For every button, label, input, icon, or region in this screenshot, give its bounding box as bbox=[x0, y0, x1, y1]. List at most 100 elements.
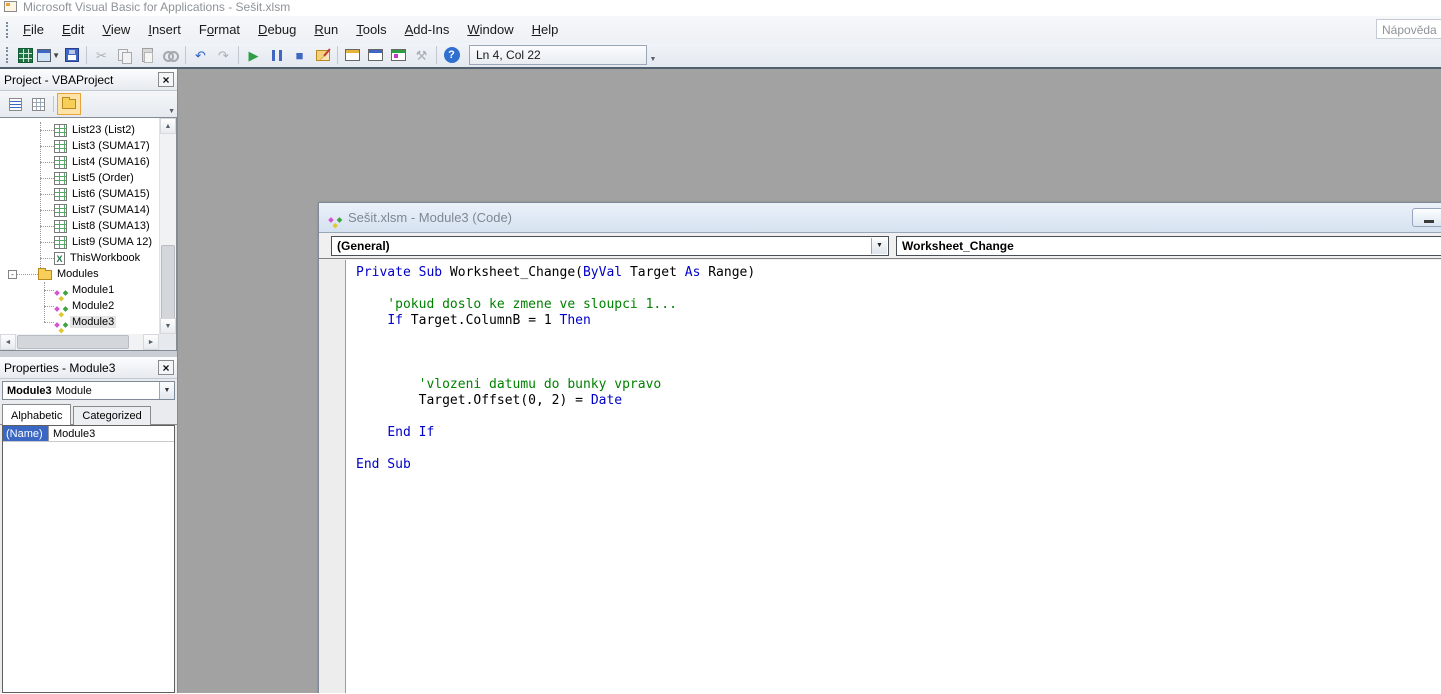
tree-item-modules[interactable]: -Modules bbox=[0, 266, 176, 282]
procedure-combo-value: Worksheet_Change bbox=[902, 239, 1014, 253]
toolbox-icon[interactable]: ⚒ bbox=[410, 44, 433, 66]
tree-item-list5-order-[interactable]: List5 (Order) bbox=[0, 170, 176, 186]
tree-item-list7-suma14-[interactable]: List7 (SUMA14) bbox=[0, 202, 176, 218]
menu-add-ins[interactable]: Add-Ins bbox=[396, 18, 459, 41]
scrollbar-corner bbox=[159, 334, 176, 350]
properties-object-combo[interactable]: Module3 Module ▼ bbox=[2, 381, 175, 400]
code-line bbox=[356, 441, 1441, 457]
menu-insert[interactable]: Insert bbox=[139, 18, 190, 41]
save-icon[interactable] bbox=[60, 44, 83, 66]
tree-item-list8-suma13-[interactable]: List8 (SUMA13) bbox=[0, 218, 176, 234]
code-line: Private Sub Worksheet_Change(ByVal Targe… bbox=[356, 265, 1441, 281]
toggle-folders-button[interactable] bbox=[57, 93, 81, 115]
property-value[interactable]: Module3 bbox=[49, 426, 174, 441]
help-search-box[interactable]: Nápověda bbox=[1376, 19, 1441, 39]
menu-window[interactable]: Window bbox=[458, 18, 522, 41]
tree-item-module2[interactable]: Module2 bbox=[0, 298, 176, 314]
minimize-button[interactable] bbox=[1412, 208, 1441, 227]
menu-run[interactable]: Run bbox=[305, 18, 347, 41]
properties-panel-title: Properties - Module3 bbox=[4, 361, 158, 375]
scroll-left-icon[interactable]: ◄ bbox=[0, 334, 16, 350]
tree-item-module1[interactable]: Module1 bbox=[0, 282, 176, 298]
scroll-down-icon[interactable]: ▼ bbox=[160, 318, 176, 334]
toolbar-overflow-icon[interactable]: ▼ bbox=[647, 45, 659, 65]
menu-edit[interactable]: Edit bbox=[53, 18, 93, 41]
tree-item-label: Module1 bbox=[70, 284, 116, 296]
undo-icon[interactable]: ↶ bbox=[189, 44, 212, 66]
tree-item-list23-list2-[interactable]: List23 (List2) bbox=[0, 122, 176, 138]
tree-item-list6-suma15-[interactable]: List6 (SUMA15) bbox=[0, 186, 176, 202]
toolbar-separator bbox=[436, 46, 437, 64]
menu-tools[interactable]: Tools bbox=[347, 18, 395, 41]
menu-file[interactable]: File bbox=[14, 18, 53, 41]
reset-icon[interactable]: ■ bbox=[288, 44, 311, 66]
tree-item-list4-suma16-[interactable]: List4 (SUMA16) bbox=[0, 154, 176, 170]
redo-icon[interactable]: ↷ bbox=[212, 44, 235, 66]
menu-help[interactable]: Help bbox=[523, 18, 568, 41]
copy-icon[interactable] bbox=[113, 44, 136, 66]
tree-horizontal-scrollbar[interactable]: ◄ ► bbox=[0, 334, 176, 350]
object-browser-icon[interactable] bbox=[387, 44, 410, 66]
view-object-button[interactable] bbox=[27, 94, 49, 115]
scrollbar-thumb[interactable] bbox=[17, 335, 129, 349]
code-line: 'vlozeni datumu do bunky vpravo bbox=[356, 377, 1441, 393]
module-icon bbox=[328, 211, 341, 224]
code-line: If Target.ColumnB = 1 Then bbox=[356, 313, 1441, 329]
find-icon[interactable] bbox=[159, 44, 182, 66]
toolbar-separator bbox=[185, 46, 186, 64]
toolbar-separator bbox=[238, 46, 239, 64]
procedure-combo[interactable]: Worksheet_Change bbox=[896, 236, 1441, 256]
view-code-icon bbox=[9, 98, 22, 111]
menu-format[interactable]: Format bbox=[190, 18, 249, 41]
design-mode-icon[interactable] bbox=[311, 44, 334, 66]
menu-bar: FileEditViewInsertFormatDebugRunToolsAdd… bbox=[0, 16, 1441, 43]
view-code-button[interactable] bbox=[4, 94, 26, 115]
object-combo[interactable]: (General) ▼ bbox=[331, 236, 889, 256]
tree-item-module3[interactable]: Module3 bbox=[0, 314, 176, 330]
scroll-up-icon[interactable]: ▲ bbox=[160, 118, 176, 134]
tree-expander-icon[interactable]: - bbox=[8, 270, 17, 279]
menu-debug[interactable]: Debug bbox=[249, 18, 305, 41]
toolbar-grip-handle[interactable] bbox=[6, 47, 11, 63]
tree-item-label: Module3 bbox=[70, 316, 116, 328]
property-row[interactable]: (Name)Module3 bbox=[3, 426, 174, 442]
panel-toolbar-overflow-icon[interactable]: ▼ bbox=[168, 108, 175, 115]
menu-view[interactable]: View bbox=[93, 18, 139, 41]
scrollbar-thumb[interactable] bbox=[161, 245, 175, 320]
properties-window-icon[interactable] bbox=[364, 44, 387, 66]
code-line bbox=[356, 281, 1441, 297]
tree-vertical-scrollbar[interactable]: ▲ ▼ bbox=[159, 118, 176, 334]
project-panel-close-icon[interactable]: × bbox=[158, 72, 174, 87]
module-icon bbox=[54, 300, 67, 313]
tree-item-label: List3 (SUMA17) bbox=[70, 140, 152, 152]
toolbar-separator bbox=[86, 46, 87, 64]
tree-item-list9-suma-12-[interactable]: List9 (SUMA 12) bbox=[0, 234, 176, 250]
cut-icon[interactable]: ✂ bbox=[90, 44, 113, 66]
view-object-icon[interactable]: ▼ bbox=[37, 44, 60, 66]
code-margin-bar[interactable] bbox=[319, 260, 346, 693]
code-window-titlebar[interactable]: Sešit.xlsm - Module3 (Code) bbox=[319, 203, 1441, 233]
run-icon[interactable]: ▶ bbox=[242, 44, 265, 66]
module-icon bbox=[54, 316, 67, 329]
code-line: 'pokud doslo ke zmene ve sloupci 1... bbox=[356, 297, 1441, 313]
project-panel-header: Project - VBAProject × bbox=[0, 69, 177, 91]
code-line bbox=[356, 329, 1441, 345]
chevron-down-icon[interactable]: ▼ bbox=[871, 238, 887, 254]
chevron-down-icon[interactable]: ▼ bbox=[159, 382, 174, 399]
paste-icon[interactable] bbox=[136, 44, 159, 66]
scroll-right-icon[interactable]: ► bbox=[143, 334, 159, 350]
code-editor[interactable]: Private Sub Worksheet_Change(ByVal Targe… bbox=[346, 260, 1441, 693]
tab-alphabetic[interactable]: Alphabetic bbox=[2, 404, 71, 425]
tree-item-thisworkbook[interactable]: ThisWorkbook bbox=[0, 250, 176, 266]
properties-object-name: Module3 bbox=[7, 385, 52, 397]
break-icon[interactable] bbox=[265, 44, 288, 66]
help-icon[interactable]: ? bbox=[440, 44, 463, 66]
menubar-grip-handle[interactable] bbox=[6, 22, 11, 38]
excel-icon[interactable] bbox=[14, 44, 37, 66]
mdi-background: Sešit.xlsm - Module3 (Code) (General) ▼ … bbox=[178, 69, 1441, 693]
project-explorer-icon[interactable] bbox=[341, 44, 364, 66]
properties-panel-close-icon[interactable]: × bbox=[158, 360, 174, 375]
tab-categorized[interactable]: Categorized bbox=[73, 406, 150, 425]
tree-item-label: ThisWorkbook bbox=[68, 252, 142, 264]
tree-item-list3-suma17-[interactable]: List3 (SUMA17) bbox=[0, 138, 176, 154]
